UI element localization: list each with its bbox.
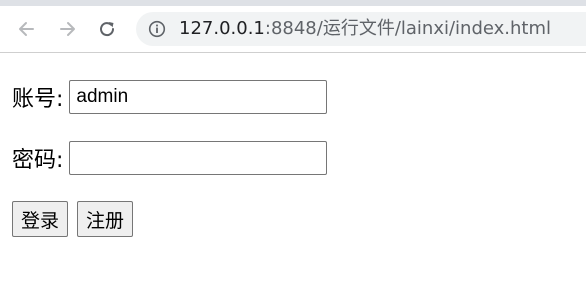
- arrow-right-icon: [60, 22, 75, 36]
- back-button[interactable]: [14, 16, 40, 42]
- account-row: 账号:: [12, 80, 328, 114]
- browser-toolbar: 127.0.0.1:8848/运行文件/lainxi/index.html: [0, 6, 586, 53]
- info-icon[interactable]: [148, 20, 166, 38]
- page-content: 账号: 密码: 登录 注册: [0, 53, 586, 306]
- address-bar[interactable]: 127.0.0.1:8848/运行文件/lainxi/index.html: [136, 12, 586, 46]
- register-button[interactable]: 注册: [77, 201, 134, 237]
- password-label: 密码:: [12, 148, 64, 173]
- reload-button[interactable]: [94, 16, 120, 42]
- account-input[interactable]: [69, 80, 328, 114]
- arrow-left-icon: [19, 22, 34, 36]
- button-row: 登录 注册: [12, 201, 142, 237]
- url-text[interactable]: 127.0.0.1:8848/运行文件/lainxi/index.html: [179, 18, 551, 40]
- login-button[interactable]: 登录: [12, 201, 69, 237]
- password-row: 密码:: [12, 141, 328, 175]
- reload-icon: [100, 22, 115, 37]
- account-label: 账号:: [12, 87, 64, 112]
- password-input[interactable]: [69, 141, 328, 175]
- forward-button[interactable]: [54, 16, 80, 42]
- url-host: 127.0.0.1: [179, 18, 265, 39]
- url-path: :8848/运行文件/lainxi/index.html: [264, 18, 552, 39]
